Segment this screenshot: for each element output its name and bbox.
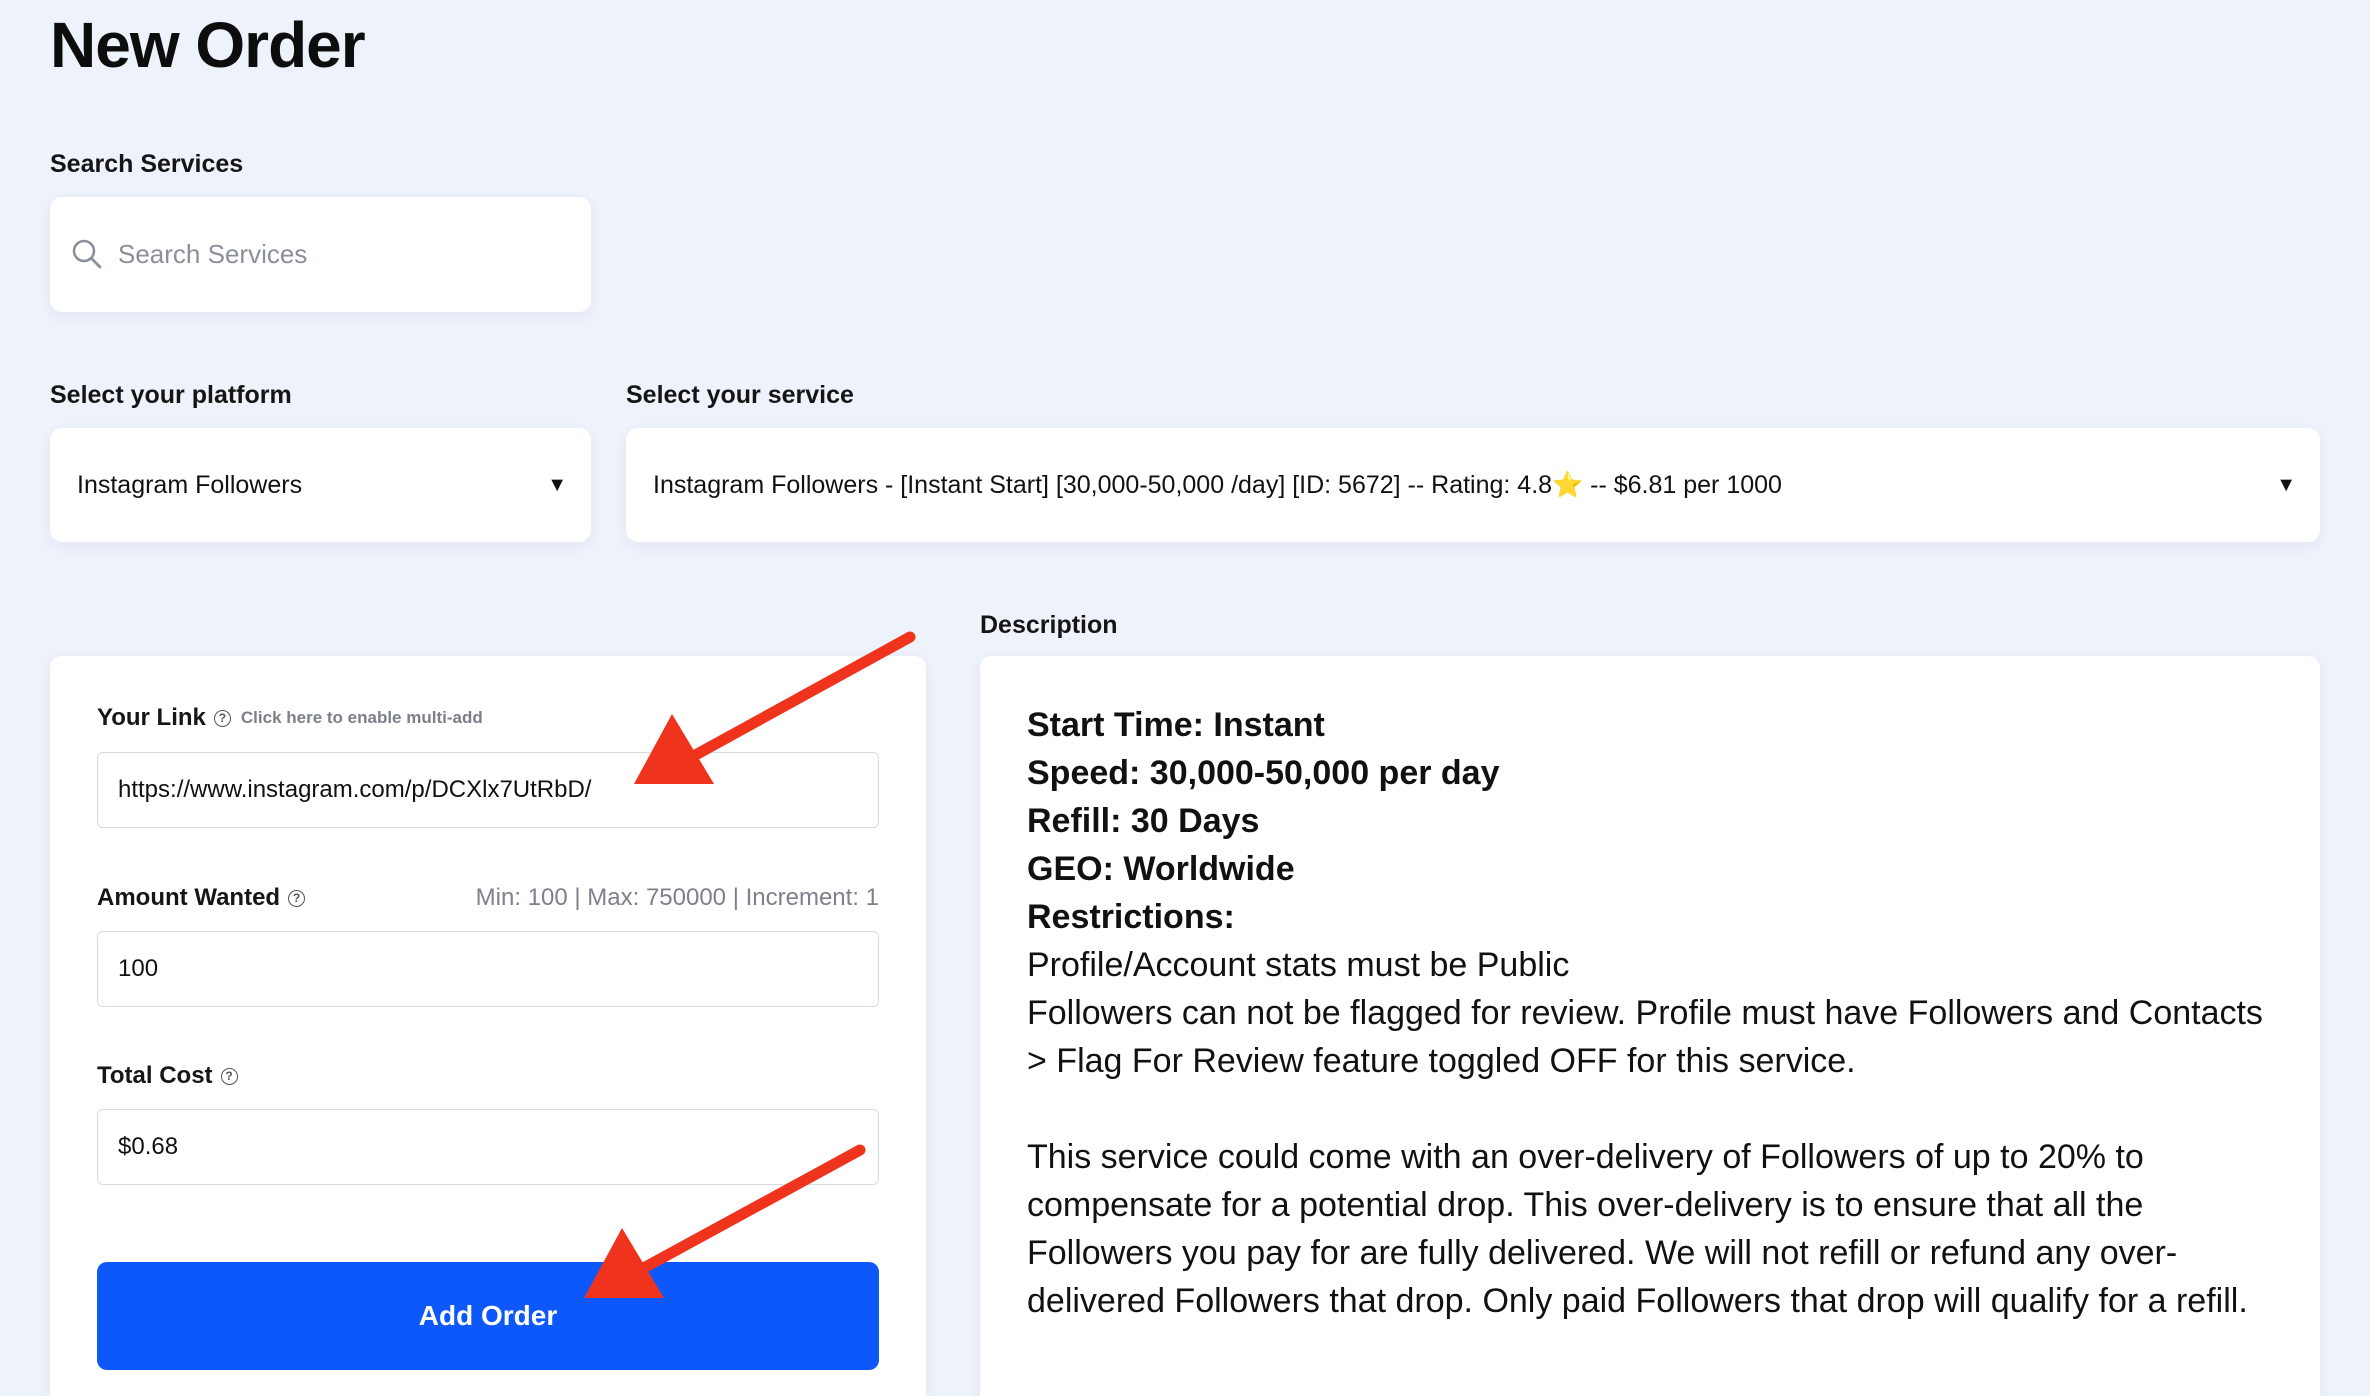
description-line: Followers you pay for are fully delivere…	[1027, 1234, 2178, 1272]
description-line: Followers can not be flagged for review.…	[1027, 994, 2263, 1032]
description-refill: Refill: 30 Days	[1027, 802, 1260, 840]
description-speed: Speed: 30,000-50,000 per day	[1027, 754, 1500, 792]
chevron-down-icon: ▼	[2276, 473, 2296, 496]
total-cost-field	[97, 1109, 879, 1185]
description-line: delivered Followers that drop. Only paid…	[1027, 1282, 2248, 1320]
service-label: Select your service	[626, 381, 854, 409]
search-label: Search Services	[50, 150, 244, 178]
chevron-down-icon: ▼	[547, 473, 567, 496]
service-selected-value: Instagram Followers - [Instant Start] [3…	[653, 470, 1782, 499]
description-start-time: Start Time: Instant	[1027, 706, 1325, 744]
order-form: Your Link ? Click here to enable multi-a…	[50, 656, 926, 1396]
service-select[interactable]: Instagram Followers - [Instant Start] [3…	[626, 428, 2320, 542]
description-line: This service could come with an over-del…	[1027, 1138, 2144, 1176]
description-line: Profile/Account stats must be Public	[1027, 946, 1570, 984]
description-text: Start Time: Instant Speed: 30,000-50,000…	[1027, 701, 2287, 1325]
search-icon	[72, 239, 102, 269]
description-label: Description	[980, 611, 1118, 639]
description-line: compensate for a potential drop. This ov…	[1027, 1186, 2144, 1224]
amount-input[interactable]	[97, 931, 879, 1007]
link-input[interactable]	[97, 752, 879, 828]
platform-label: Select your platform	[50, 381, 292, 409]
amount-limits: Min: 100 | Max: 750000 | Increment: 1	[475, 884, 879, 911]
link-label-text: Your Link	[97, 704, 206, 731]
description-line: > Flag For Review feature toggled OFF fo…	[1027, 1042, 1856, 1080]
total-cost-label-text: Total Cost	[97, 1062, 213, 1089]
help-icon[interactable]: ?	[220, 1067, 238, 1085]
link-field-label: Your Link ? Click here to enable multi-a…	[97, 704, 483, 732]
add-order-button[interactable]: Add Order	[97, 1262, 879, 1370]
amount-field-label: Amount Wanted ?	[97, 884, 306, 912]
description-geo: GEO: Worldwide	[1027, 850, 1295, 888]
description-panel: Start Time: Instant Speed: 30,000-50,000…	[980, 656, 2320, 1396]
help-icon[interactable]: ?	[288, 889, 306, 907]
platform-select[interactable]: Instagram Followers ▼	[50, 428, 591, 542]
multi-add-link[interactable]: Click here to enable multi-add	[241, 708, 483, 728]
new-order-page: New Order Search Services Select your pl…	[0, 0, 2370, 1396]
help-icon[interactable]: ?	[213, 709, 231, 727]
description-restrictions: Restrictions:	[1027, 898, 1235, 936]
total-cost-field-label: Total Cost ?	[97, 1062, 238, 1090]
page-title: New Order	[50, 9, 366, 81]
search-box	[50, 197, 591, 312]
amount-label-text: Amount Wanted	[97, 884, 281, 911]
search-input[interactable]	[118, 225, 568, 283]
platform-selected-value: Instagram Followers	[77, 470, 303, 499]
